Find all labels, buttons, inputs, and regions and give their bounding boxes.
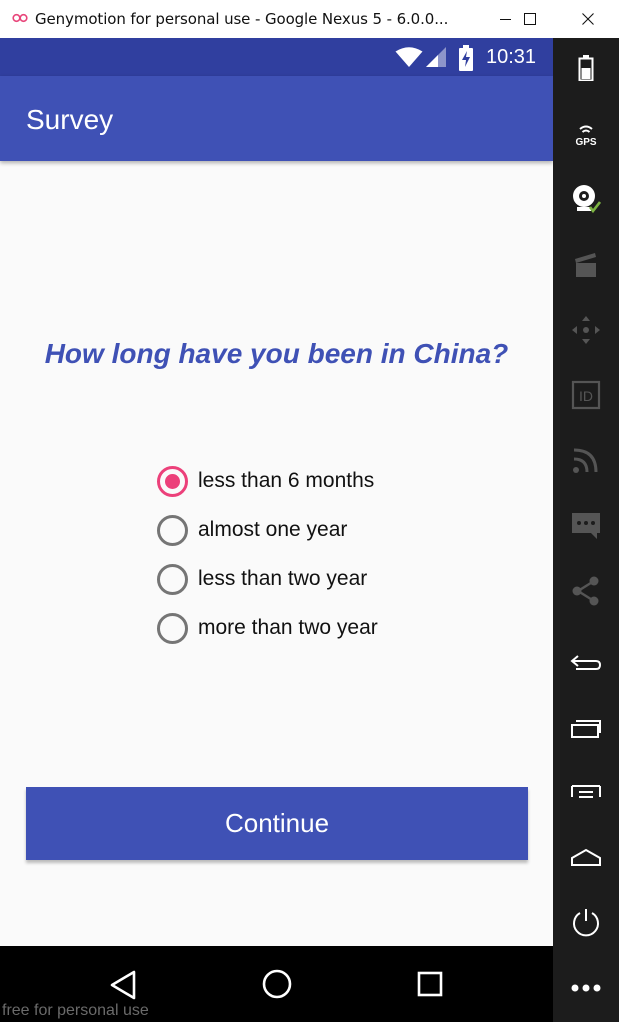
window-title: Genymotion for personal use - Google Nex…: [35, 10, 449, 28]
battery-widget-button[interactable]: [566, 48, 606, 88]
gps-label: GPS: [575, 137, 596, 148]
back-icon[interactable]: [104, 964, 144, 1004]
emulator-window: Genymotion for personal use - Google Nex…: [0, 0, 619, 1022]
dpad-widget-button[interactable]: [566, 310, 606, 350]
menu-icon: [571, 785, 601, 798]
signal-icon: [426, 47, 446, 67]
device-id-icon: ID: [571, 380, 601, 410]
share-widget-button[interactable]: [566, 571, 606, 611]
radio-label: less than two year: [198, 567, 368, 590]
home-icon[interactable]: [257, 964, 297, 1004]
android-nav-bar: free for personal use: [0, 946, 553, 1022]
id-label: ID: [579, 388, 593, 404]
radio-button-checked[interactable]: [157, 465, 188, 497]
sms-widget-button[interactable]: [566, 505, 606, 545]
more-icon: [571, 984, 601, 992]
side-home-button[interactable]: [566, 838, 606, 878]
side-back-button[interactable]: [566, 643, 606, 683]
battery-icon: [578, 55, 594, 81]
dpad-icon: [572, 316, 600, 344]
capture-icon: [575, 253, 596, 277]
back-icon: [570, 655, 602, 670]
radio-button[interactable]: [157, 612, 188, 644]
maximize-icon: [524, 13, 536, 25]
cast-widget-button[interactable]: [566, 440, 606, 480]
app-title: Survey: [26, 104, 114, 135]
recent-apps-icon: [571, 720, 601, 738]
side-power-button[interactable]: [566, 903, 606, 943]
status-time: 10:31: [486, 46, 537, 68]
watermark-text: free for personal use: [2, 1002, 149, 1019]
close-button[interactable]: [565, 0, 611, 38]
sms-icon: [572, 513, 600, 539]
app-bar: Survey: [0, 76, 553, 161]
share-icon: [572, 576, 599, 606]
wifi-icon: [395, 47, 423, 67]
gps-icon: GPS: [575, 125, 597, 148]
maximize-button[interactable]: [507, 0, 553, 38]
survey-question: How long have you been in China?: [44, 338, 509, 369]
status-bar: 10:31: [0, 38, 553, 76]
recents-icon[interactable]: [410, 964, 450, 1004]
radio-option-less-than-two-year[interactable]: less than two year: [157, 562, 367, 596]
gps-widget-button[interactable]: GPS: [566, 114, 606, 154]
capture-widget-button[interactable]: [566, 245, 606, 285]
radio-option-more-than-two-year[interactable]: more than two year: [157, 611, 378, 645]
radio-label: more than two year: [198, 616, 378, 639]
cast-icon: [573, 448, 598, 473]
radio-button[interactable]: [157, 514, 188, 546]
side-more-button[interactable]: [566, 968, 606, 1008]
webcam-widget-button[interactable]: [566, 179, 606, 219]
window-titlebar: Genymotion for personal use - Google Nex…: [0, 0, 619, 38]
home-icon: [571, 848, 601, 866]
genymotion-logo-icon: [12, 13, 28, 23]
radio-option-almost-one-year[interactable]: almost one year: [157, 513, 347, 547]
android-screen: 10:31 Survey How long have you been in C…: [0, 38, 553, 946]
battery-charging-icon: [459, 45, 473, 71]
radio-option-less-than-6-months[interactable]: less than 6 months: [157, 464, 374, 498]
radio-label: less than 6 months: [198, 469, 375, 492]
close-icon: [582, 13, 594, 25]
webcam-icon: [573, 185, 601, 214]
side-recent-apps-button[interactable]: [566, 708, 606, 748]
side-menu-button[interactable]: [566, 774, 606, 814]
device-id-widget-button[interactable]: ID: [566, 375, 606, 415]
continue-button[interactable]: Continue: [26, 787, 528, 860]
radio-button[interactable]: [157, 563, 188, 595]
radio-label: almost one year: [198, 518, 348, 541]
power-icon: [573, 909, 599, 937]
genymotion-side-panel: GPS ID: [553, 38, 619, 1022]
